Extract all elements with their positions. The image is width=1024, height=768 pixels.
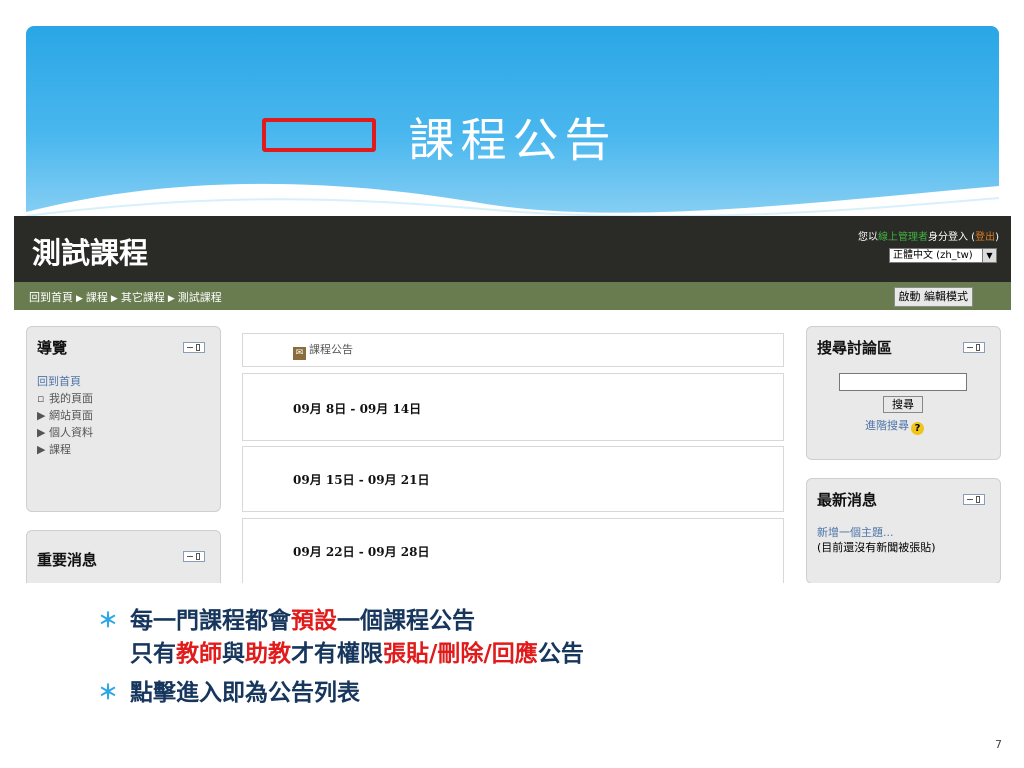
- page-number: 7: [995, 738, 1002, 751]
- note-bullet-1-continued: 只有教師與助教才有權限張貼/刪除/回應公告: [130, 637, 584, 670]
- logout-link[interactable]: 登出: [975, 232, 995, 243]
- course-section-top: ✉ 課程公告: [242, 333, 784, 367]
- block-toggle-icon[interactable]: [963, 494, 985, 505]
- role-link[interactable]: 線上管理者: [878, 232, 928, 243]
- week-section: 09月 22日 - 09月 28日: [242, 518, 784, 583]
- language-value: 正體中文 (zh_tw): [893, 250, 973, 261]
- breadcrumb-separator-icon: ▶: [167, 294, 175, 304]
- breadcrumb-courses[interactable]: 課程: [86, 291, 108, 304]
- breadcrumb: 回到首頁 ▶ 課程 ▶ 其它課程 ▶ 測試課程: [29, 289, 222, 305]
- advanced-search-label: 進階搜尋: [865, 419, 909, 432]
- note-emphasis: 張貼/刪除/回應: [383, 640, 538, 667]
- important-news-block: 重要消息: [26, 530, 221, 583]
- note-text: 公告: [537, 640, 584, 667]
- moodle-screenshot: 測試課程 您以線上管理者身分登入 (登出) 正體中文 (zh_tw) ▼ 回到首…: [14, 216, 1011, 583]
- latest-news-body: 新增一個主題... (目前還沒有新聞被張貼): [817, 525, 936, 555]
- week-title: 09月 22日 - 09月 28日: [293, 545, 430, 559]
- nav-item-label: 課程: [49, 443, 71, 456]
- breadcrumb-separator-icon: ▶: [110, 294, 118, 304]
- week-section: 09月 15日 - 09月 21日: [242, 446, 784, 512]
- block-toggle-icon[interactable]: [183, 342, 205, 353]
- nav-item-profile[interactable]: ▶ 個人資料: [37, 424, 93, 441]
- breadcrumb-separator-icon: ▶: [76, 294, 83, 304]
- latest-news-title: 最新消息: [817, 491, 878, 509]
- navigation-block-title: 導覽: [37, 339, 68, 357]
- login-suffix: ): [995, 232, 999, 243]
- square-bullet-icon: ▫: [37, 392, 45, 405]
- note-text: 點擊進入即為公告列表: [130, 679, 360, 706]
- week-section: 09月 8日 - 09月 14日: [242, 373, 784, 441]
- highlight-box: [262, 118, 376, 152]
- search-button[interactable]: 搜尋: [883, 396, 923, 413]
- advanced-search-link[interactable]: 進階搜尋?: [865, 417, 924, 435]
- note-bullet-2: ＊ 點擊進入即為公告列表: [98, 676, 584, 709]
- nav-item-label: 個人資料: [49, 426, 93, 439]
- expand-arrow-icon: ▶: [37, 426, 46, 439]
- edit-mode-button[interactable]: 啟動 編輯模式: [893, 287, 973, 307]
- note-text: 只有: [130, 640, 176, 667]
- help-icon[interactable]: ?: [911, 422, 924, 435]
- login-middle: 身分登入 (: [928, 232, 976, 243]
- note-emphasis: 助教: [245, 640, 291, 667]
- slide-notes: ＊ 每一門課程都會預設一個課程公告 只有教師與助教才有權限張貼/刪除/回應公告 ＊…: [98, 604, 584, 709]
- announcements-forum-link[interactable]: ✉ 課程公告: [293, 341, 353, 360]
- search-forums-block: 搜尋討論區 搜尋 進階搜尋?: [806, 326, 1001, 460]
- nav-item-site-pages[interactable]: ▶ 網站頁面: [37, 407, 93, 424]
- nav-item-courses[interactable]: ▶ 課程: [37, 441, 93, 458]
- site-title[interactable]: 測試課程: [32, 230, 148, 272]
- note-text: 一個課程公告: [337, 607, 475, 634]
- slide-title: 課程公告: [408, 113, 617, 167]
- breadcrumb-other-courses[interactable]: 其它課程: [121, 291, 165, 304]
- bullet-star-icon: ＊: [98, 608, 118, 632]
- login-prefix: 您以: [858, 232, 878, 243]
- slide-banner: 課程公告: [26, 26, 999, 226]
- navigation-block: 導覽 回到首頁 ▫ 我的頁面 ▶ 網站頁面 ▶ 個人資料 ▶ 課程: [26, 326, 221, 512]
- block-toggle-icon[interactable]: [963, 342, 985, 353]
- search-input[interactable]: [839, 373, 967, 391]
- latest-news-block: 最新消息 新增一個主題... (目前還沒有新聞被張貼): [806, 478, 1001, 583]
- nav-item-label: 我的頁面: [49, 392, 93, 405]
- add-topic-link[interactable]: 新增一個主題...: [817, 525, 936, 540]
- search-forums-title: 搜尋討論區: [817, 339, 893, 357]
- nav-home-link[interactable]: 回到首頁: [37, 373, 93, 390]
- login-info: 您以線上管理者身分登入 (登出): [858, 228, 999, 243]
- note-text: 與: [222, 640, 245, 667]
- bullet-star-icon: ＊: [98, 680, 118, 704]
- week-title: 09月 8日 - 09月 14日: [293, 402, 422, 416]
- language-select[interactable]: 正體中文 (zh_tw) ▼: [889, 248, 997, 263]
- important-news-title: 重要消息: [37, 551, 98, 569]
- forum-icon: ✉: [293, 347, 306, 360]
- forum-link-label: 課程公告: [309, 343, 353, 356]
- note-emphasis: 教師: [176, 640, 222, 667]
- note-bullet-1: ＊ 每一門課程都會預設一個課程公告: [98, 604, 584, 637]
- note-emphasis: 預設: [291, 607, 337, 634]
- site-header: 測試課程 您以線上管理者身分登入 (登出) 正體中文 (zh_tw) ▼: [14, 216, 1011, 282]
- note-text: 才有權限: [291, 640, 383, 667]
- week-title: 09月 15日 - 09月 21日: [293, 473, 430, 487]
- expand-arrow-icon: ▶: [37, 409, 46, 422]
- block-toggle-icon[interactable]: [183, 551, 205, 562]
- expand-arrow-icon: ▶: [37, 443, 46, 456]
- breadcrumb-current: 測試課程: [177, 291, 222, 304]
- nav-item-my-page[interactable]: ▫ 我的頁面: [37, 390, 93, 407]
- nav-item-label: 網站頁面: [49, 409, 93, 422]
- no-news-text: (目前還沒有新聞被張貼): [817, 541, 936, 554]
- chevron-down-icon[interactable]: ▼: [982, 249, 996, 262]
- note-text: 每一門課程都會: [130, 607, 291, 634]
- breadcrumb-home[interactable]: 回到首頁: [29, 291, 73, 304]
- navigation-list: 回到首頁 ▫ 我的頁面 ▶ 網站頁面 ▶ 個人資料 ▶ 課程: [37, 373, 93, 458]
- breadcrumb-bar: 回到首頁 ▶ 課程 ▶ 其它課程 ▶ 測試課程 啟動 編輯模式: [14, 282, 1011, 310]
